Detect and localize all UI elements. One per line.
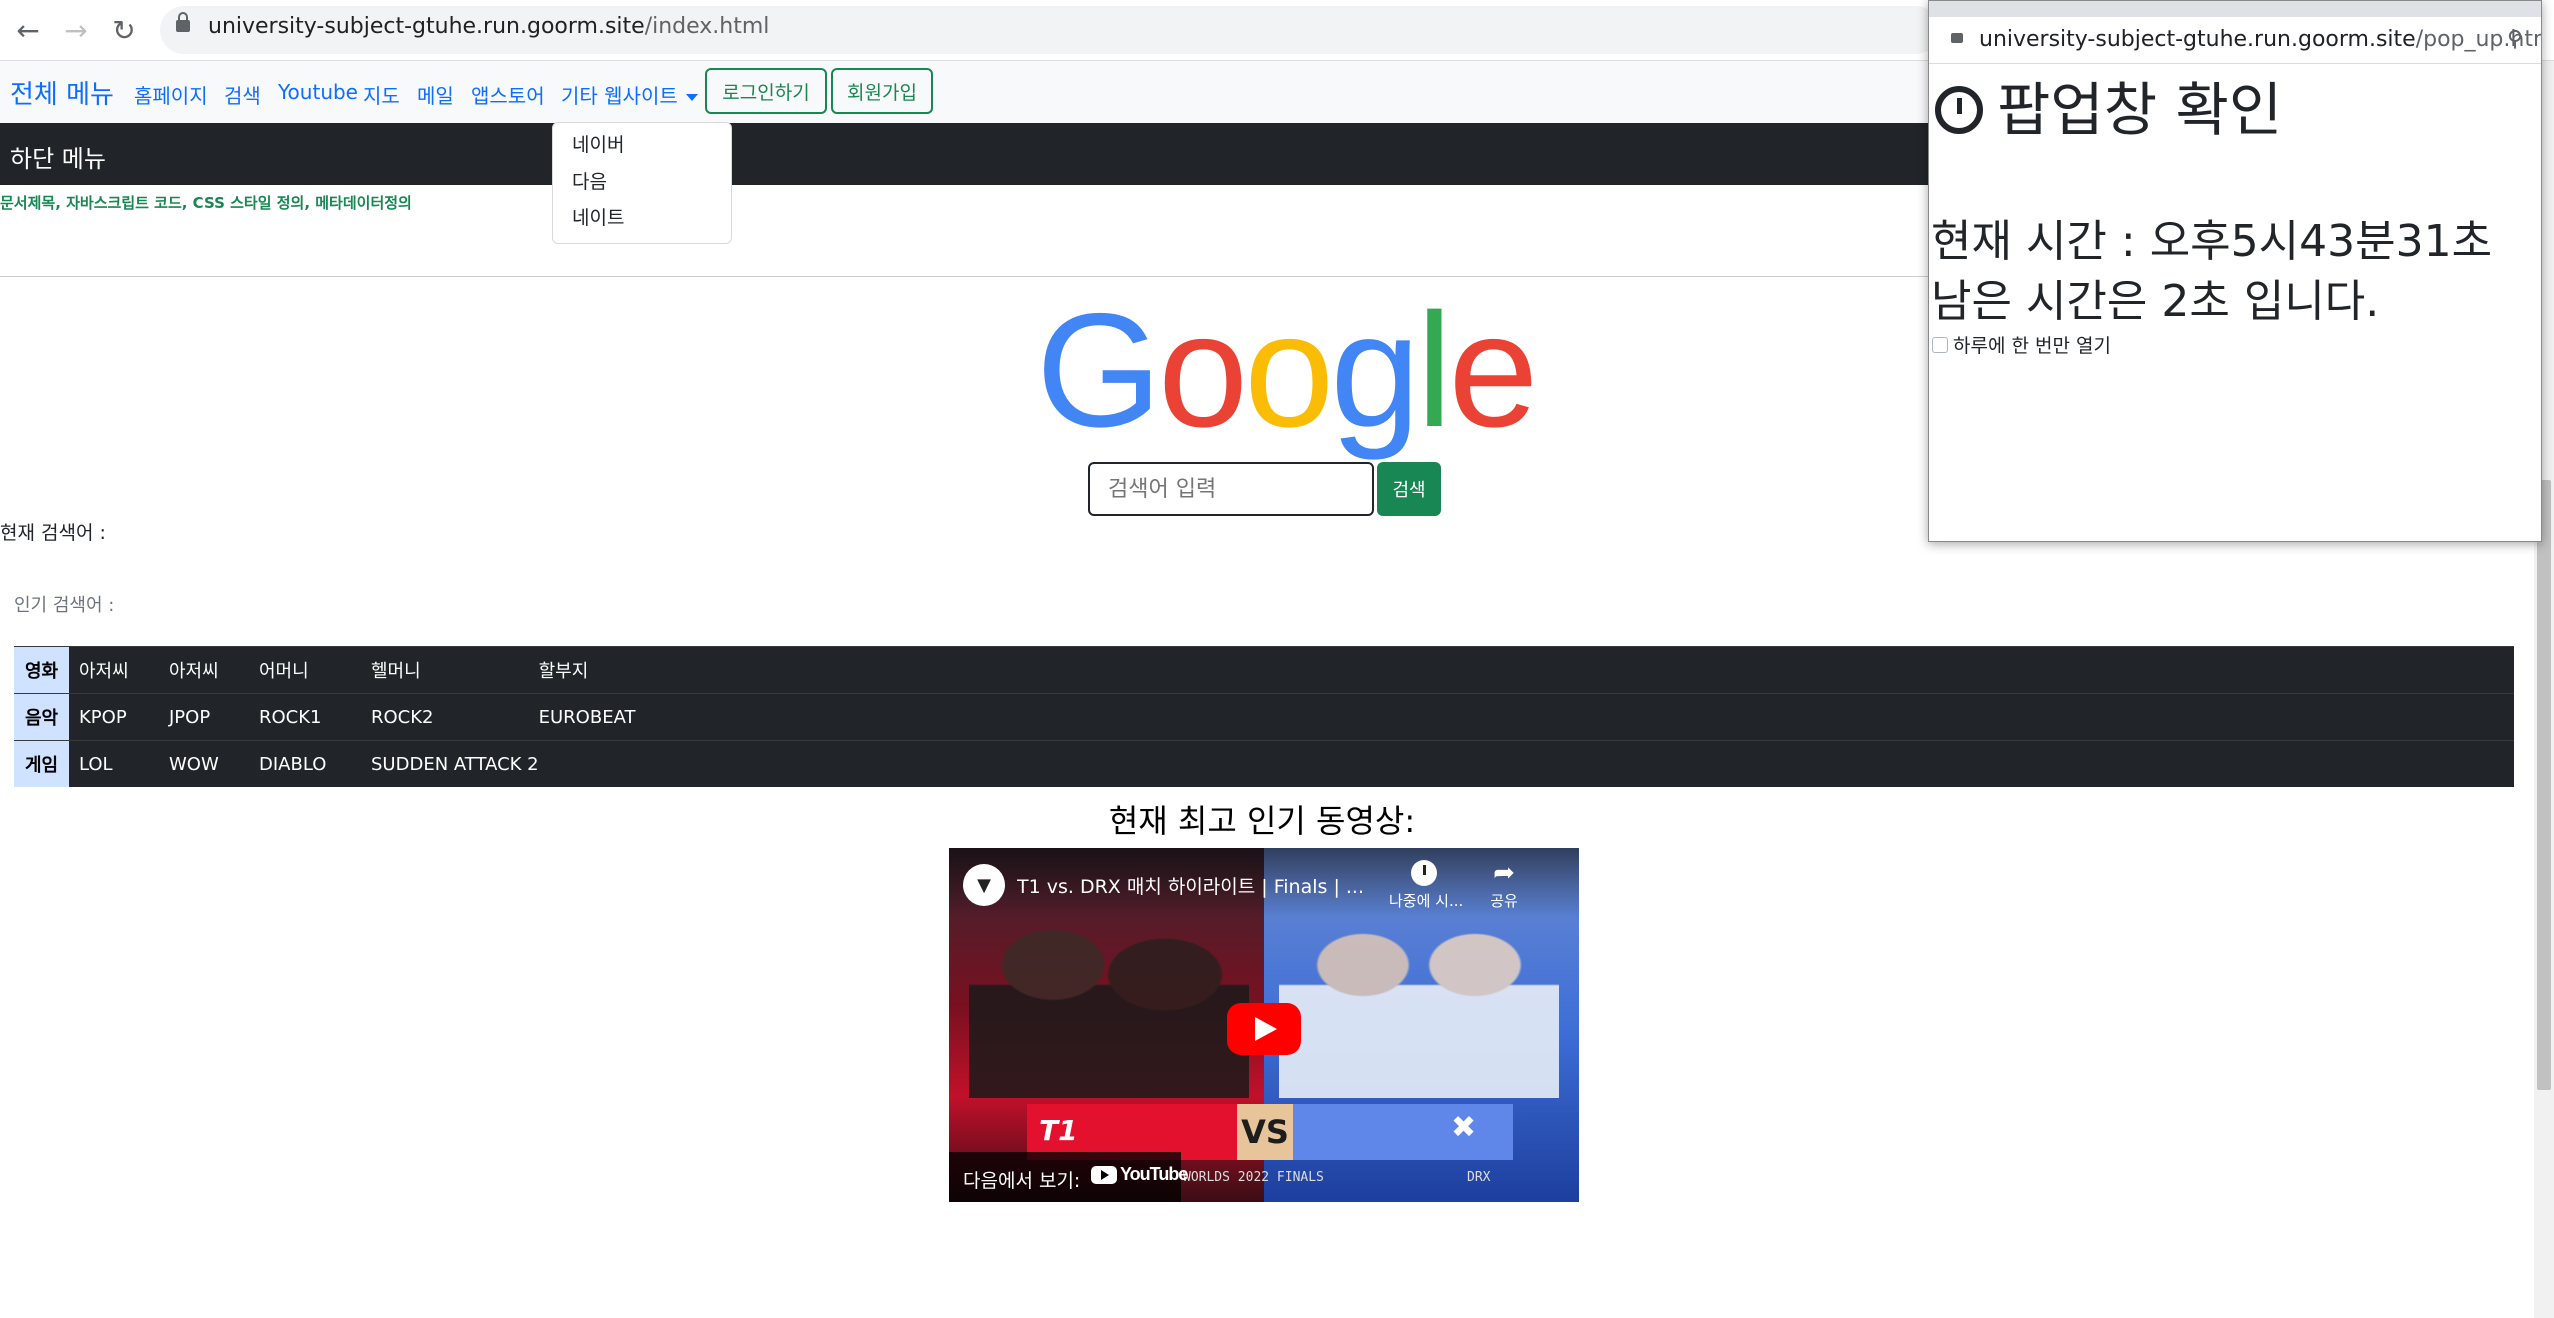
- popup-titlebar: [1929, 1, 2541, 17]
- scrollbar-thumb[interactable]: [2537, 480, 2551, 1090]
- search-button[interactable]: 검색: [1377, 462, 1441, 516]
- watch-later-label: 나중에 시...: [1389, 892, 1464, 910]
- share-icon: ➦: [1493, 858, 1515, 888]
- row-header: 영화: [14, 646, 69, 694]
- table-cell: 아저씨: [169, 646, 259, 694]
- logo-letter: e: [1448, 280, 1538, 461]
- search-input[interactable]: [1088, 462, 1374, 516]
- popup-url[interactable]: university-subject-gtuhe.run.goorm.site/…: [1979, 27, 2541, 52]
- team-photo-right: [1279, 908, 1559, 1098]
- table-cell: 헬머니: [371, 646, 539, 694]
- logo-letter: l: [1416, 280, 1452, 461]
- nav-link-appstore[interactable]: 앱스토어: [471, 80, 545, 109]
- finals-caption: WORLDS 2022 FINALS: [1183, 1170, 1324, 1185]
- current-keyword-label: 현재 검색어 :: [0, 522, 106, 544]
- table-row: 게임 LOL WOW DIABLO SUDDEN ATTACK 2: [14, 740, 2514, 787]
- nav-link-map[interactable]: 지도: [363, 80, 400, 109]
- keyword-table: 영화 아저씨 아저씨 어머니 헬머니 할부지 음악 KPOP JPOP ROCK…: [14, 646, 2514, 787]
- reload-icon[interactable]: ↻: [104, 10, 144, 50]
- video-section-title: 현재 최고 인기 동영상:: [1108, 802, 1416, 840]
- channel-avatar-icon[interactable]: ▼: [963, 864, 1005, 906]
- popup-heading-text: 팝업창 확인: [1997, 76, 2283, 144]
- once-a-day-checkbox[interactable]: [1932, 337, 1948, 353]
- table-cell: WOW: [169, 740, 259, 787]
- navbar-brand[interactable]: 전체 메뉴: [10, 74, 114, 111]
- table-cell: SUDDEN ATTACK 2: [371, 740, 539, 787]
- address-url[interactable]: university-subject-gtuhe.run.goorm.site/…: [208, 14, 769, 39]
- meta-description: 문서제목, 자바스크립트 코드, CSS 스타일 정의, 메타데이터정의: [0, 194, 412, 212]
- table-cell: JPOP: [169, 693, 259, 741]
- caret-down-icon: [685, 94, 698, 101]
- dropdown-item-nate[interactable]: 네이트: [572, 203, 624, 230]
- youtube-play-icon: [1091, 1165, 1117, 1184]
- table-cell: LOL: [69, 740, 169, 787]
- lock-icon: [176, 12, 190, 32]
- logo-letter: g: [1330, 280, 1420, 461]
- table-row: 영화 아저씨 아저씨 어머니 헬머니 할부지: [14, 646, 2514, 694]
- google-logo: Google: [1036, 290, 1538, 452]
- remaining-time-text: 남은 시간은 2초 입니다.: [1931, 276, 2380, 327]
- bottom-menu-title: 하단 메뉴: [10, 145, 106, 173]
- t1-logo: T1: [1039, 1114, 1078, 1147]
- logo-letter: G: [1036, 280, 1162, 461]
- nav-link-search[interactable]: 검색: [224, 80, 261, 109]
- nav-link-mail[interactable]: 메일: [417, 80, 454, 109]
- play-button[interactable]: [1227, 1003, 1301, 1055]
- dropdown-item-daum[interactable]: 다음: [572, 167, 607, 194]
- once-a-day-label[interactable]: 하루에 한 번만 열기: [1953, 331, 2111, 358]
- table-row: 음악 KPOP JPOP ROCK1 ROCK2 EUROBEAT: [14, 693, 2514, 741]
- dropdown-item-naver[interactable]: 네이버: [572, 130, 624, 157]
- zoom-icon[interactable]: ⚲: [2507, 27, 2523, 52]
- logo-letter: o: [1158, 280, 1248, 461]
- drx-logo-icon: ✖: [1451, 1110, 1477, 1145]
- vs-badge: VS: [1237, 1104, 1293, 1160]
- row-header: 게임: [14, 740, 69, 787]
- watch-later-button[interactable]: 나중에 시...: [1389, 860, 1464, 911]
- nav-dropdown-toggle[interactable]: 기타 웹사이트: [561, 80, 698, 109]
- share-button[interactable]: ➦ 공유: [1469, 860, 1539, 911]
- youtube-logo: YouTube: [1091, 1164, 1188, 1185]
- table-cell: ROCK1: [259, 693, 371, 741]
- video-title[interactable]: T1 vs. DRX 매치 하이라이트 | Finals | ...: [1017, 872, 1377, 899]
- lock-icon: [1951, 33, 1963, 43]
- team-photo-left: [969, 908, 1249, 1098]
- table-cell: 어머니: [259, 646, 371, 694]
- nav-link-home[interactable]: 홈페이지: [134, 80, 208, 109]
- logo-letter: o: [1244, 280, 1334, 461]
- current-time-text: 현재 시간 : 오후5시43분31초: [1931, 216, 2493, 267]
- table-cell: 아저씨: [69, 646, 169, 694]
- drx-caption: DRX: [1467, 1170, 1491, 1185]
- back-arrow-icon[interactable]: ←: [8, 10, 48, 50]
- nav-link-youtube[interactable]: Youtube: [278, 80, 358, 104]
- row-header: 음악: [14, 693, 69, 741]
- table-cell: DIABLO: [259, 740, 371, 787]
- login-button[interactable]: 로그인하기: [705, 68, 827, 114]
- share-label: 공유: [1490, 892, 1518, 910]
- clock-icon: [1411, 860, 1437, 886]
- table-cell: ROCK2: [371, 693, 539, 741]
- alarm-clock-icon: [1935, 86, 1983, 134]
- youtube-embed[interactable]: T1 VS ✖ WORLDS 2022 FINALS DRX ▼ T1 vs. …: [949, 848, 1579, 1202]
- table-cell: [538, 740, 2514, 787]
- table-cell: KPOP: [69, 693, 169, 741]
- watch-on-label: 다음에서 보기:: [963, 1170, 1081, 1192]
- table-cell: 할부지: [538, 646, 2514, 694]
- forward-arrow-icon[interactable]: →: [56, 10, 96, 50]
- popup-heading: 팝업창 확인: [1929, 63, 2282, 147]
- popular-keyword-label: 인기 검색어 :: [14, 595, 115, 616]
- youtube-wordmark: YouTube: [1120, 1164, 1188, 1184]
- dropdown-label: 기타 웹사이트: [561, 84, 678, 108]
- popup-window: university-subject-gtuhe.run.goorm.site/…: [1928, 0, 2542, 542]
- signup-button[interactable]: 회원가입: [831, 68, 933, 114]
- table-cell: EUROBEAT: [538, 693, 2514, 741]
